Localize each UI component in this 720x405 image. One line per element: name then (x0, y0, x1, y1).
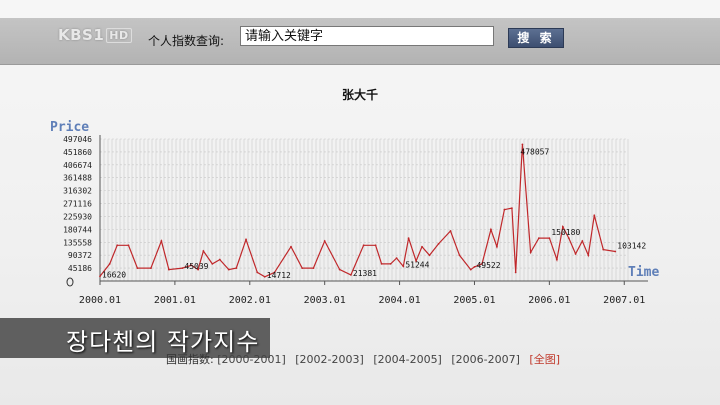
data-point (380, 262, 383, 265)
range-link-all[interactable]: [全图] (529, 353, 560, 366)
data-point (514, 271, 517, 274)
y-tick-label: 180744 (63, 225, 92, 234)
data-point (108, 262, 111, 265)
data-point (529, 251, 532, 254)
data-point (458, 254, 461, 257)
data-point (202, 250, 205, 252)
y-tick-label: 90372 (68, 251, 92, 260)
data-point (301, 267, 304, 270)
data-point (587, 254, 590, 257)
data-point (290, 245, 292, 248)
y-tick-label: 45186 (68, 264, 92, 273)
y-tick-label: 135558 (63, 238, 92, 247)
data-point (548, 237, 551, 240)
data-point (574, 252, 577, 255)
data-point (537, 237, 540, 240)
series-line (99, 144, 616, 278)
data-point (602, 248, 605, 251)
data-point (421, 245, 423, 248)
data-point (136, 267, 139, 270)
data-point (614, 250, 617, 253)
data-point (521, 143, 524, 146)
data-point (211, 262, 214, 265)
y-tick-label: 316302 (63, 187, 92, 196)
data-point (263, 275, 266, 278)
data-point (312, 267, 315, 270)
data-label: 150180 (551, 228, 580, 237)
range-link-2004-2005[interactable]: [2004-2005] (373, 353, 442, 366)
x-axis-label: Time (628, 265, 659, 280)
range-links: 国画指数: [2000-2001] [2002-2003] [2004-2005… (166, 351, 560, 367)
data-point (127, 244, 130, 247)
data-point (235, 267, 238, 270)
data-point (490, 228, 492, 231)
y-tick-label: 406674 (63, 161, 92, 170)
data-label: 14712 (267, 271, 291, 280)
data-label: 49522 (476, 261, 500, 270)
data-point (338, 268, 341, 271)
data-label: 103142 (617, 242, 646, 251)
data-point (256, 271, 259, 274)
data-point (511, 207, 513, 210)
data-point (245, 238, 247, 241)
data-point (469, 268, 472, 271)
x-tick-label: 2003.01 (304, 295, 346, 306)
data-point (349, 273, 352, 276)
data-label: 45039 (184, 262, 208, 271)
y-tick-label: 451860 (63, 148, 92, 157)
x-tick-label: 2004.01 (378, 295, 420, 306)
data-point (593, 214, 596, 217)
x-tick-label: 2000.01 (79, 295, 121, 306)
range-links-prefix: 国画指数: (166, 353, 214, 366)
data-point (362, 244, 365, 247)
data-point (389, 262, 392, 265)
range-link-2006-2007[interactable]: [2006-2007] (451, 353, 520, 366)
data-point (407, 237, 410, 240)
y-axis-label: Price (50, 120, 89, 135)
data-point (473, 265, 476, 268)
data-point (99, 275, 101, 278)
data-point (150, 267, 152, 270)
y-tick-label: 497046 (63, 135, 92, 144)
x-tick-label: 2007.01 (603, 295, 645, 306)
data-point (395, 257, 398, 260)
data-point (374, 244, 377, 247)
data-point (168, 268, 170, 271)
data-point (323, 240, 326, 242)
y-tick-label-zero (66, 277, 74, 287)
data-point (218, 258, 221, 261)
data-label: 16620 (102, 270, 126, 279)
data-point (116, 244, 119, 247)
data-point (402, 265, 405, 268)
data-point (567, 237, 570, 240)
data-point (428, 254, 431, 257)
data-point (437, 242, 440, 245)
range-link-2000-2001[interactable]: [2000-2001] (217, 353, 286, 366)
data-label: 478057 (520, 147, 549, 156)
data-point (449, 230, 452, 232)
data-point (160, 240, 163, 242)
data-point (581, 240, 584, 242)
x-tick-label: 2006.01 (528, 295, 570, 306)
data-point (181, 267, 184, 270)
data-point (496, 245, 498, 248)
data-point (227, 268, 230, 271)
data-point (555, 258, 558, 261)
data-point (503, 208, 506, 211)
x-tick-label: 2001.01 (154, 295, 196, 306)
data-label: 51244 (405, 260, 429, 269)
screen: KBS1 HD 个人指数查询: 请输入关键字 搜 索 张大千 45186 90372… (0, 0, 720, 405)
y-tick-label: 361488 (63, 174, 92, 183)
data-label: 21381 (353, 269, 377, 278)
range-link-2002-2003[interactable]: [2002-2003] (295, 353, 364, 366)
y-tick-label: 271116 (63, 200, 92, 209)
x-tick-label: 2002.01 (229, 295, 271, 306)
y-tick-label: 225930 (63, 212, 92, 221)
x-tick-label: 2005.01 (453, 295, 495, 306)
